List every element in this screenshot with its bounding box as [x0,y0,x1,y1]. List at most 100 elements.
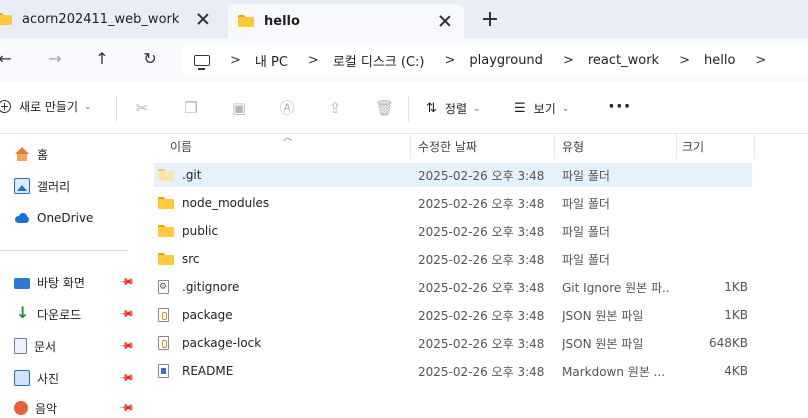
file-name: .git [182,168,202,182]
chevron-right-icon[interactable]: > [755,53,766,68]
sidebar-item-home[interactable]: 홈 [14,144,138,164]
up-arrow-icon[interactable]: ↑ [93,50,111,68]
sort-icon: ⇅ [426,101,437,116]
list-item[interactable]: public 2025-02-26 오후 3:48 파일 폴더 [154,219,752,243]
file-size: 1KB [724,280,748,294]
file-date: 2025-02-26 오후 3:48 [418,308,545,323]
sort-label: 정렬 [444,102,467,116]
navigation-bar: ← → ↑ ↻ > 내 PC > 로컬 디스크 (C:) > playgroun… [0,38,808,82]
sidebar-item-downloads[interactable]: 다운로드 📌 [14,303,138,324]
delete-icon[interactable]: 🗑 [375,100,394,116]
sidebar-item-label: 갤러리 [37,179,71,194]
list-item[interactable]: README 2025-02-26 오후 3:48 Markdown 원본 ..… [154,359,752,383]
view-button[interactable]: ☰ 보기 ⌄ [514,100,569,117]
gallery-icon [14,178,30,194]
computer-icon [194,54,210,70]
column-divider[interactable] [754,134,755,158]
new-label: 새로 만들기 [19,100,79,114]
sidebar-item-desktop[interactable]: 바탕 화면 📌 [14,272,138,292]
cut-icon[interactable]: ✂ [134,100,150,116]
back-arrow-icon[interactable]: ← [0,50,14,68]
chevron-right-icon[interactable]: > [563,53,574,68]
pin-icon[interactable]: 📌 [117,370,134,387]
pin-icon[interactable]: 📌 [117,274,134,291]
chevron-right-icon[interactable]: > [230,53,241,68]
close-icon[interactable] [196,12,210,26]
forward-arrow-icon[interactable]: → [46,50,64,68]
pin-icon[interactable]: 📌 [117,400,134,417]
sort-button[interactable]: ⇅ 정렬 ⌄ [426,100,481,117]
file-type: 파일 폴더 [562,224,610,239]
breadcrumb-react-work[interactable]: react_work [588,53,659,68]
file-name: package [182,308,233,322]
file-type: JSON 원본 파일 [562,308,644,323]
folder-icon [158,197,174,209]
folder-icon [238,15,254,27]
column-header-size[interactable]: 크기 [682,134,704,158]
plus-circle-icon [0,100,11,113]
file-date: 2025-02-26 오후 3:48 [418,168,545,183]
address-bar[interactable]: > 내 PC > 로컬 디스크 (C:) > playground > reac… [182,44,808,76]
column-header-type[interactable]: 유형 [562,134,584,158]
tab-acorn202411-web-work[interactable]: acorn202411_web_work [0,0,222,38]
divider [0,250,128,251]
rename-icon[interactable]: Ⓐ [279,100,295,116]
pin-icon[interactable]: 📌 [117,338,134,355]
desktop-icon [14,277,30,289]
column-divider[interactable] [554,134,555,158]
chevron-right-icon[interactable]: > [308,53,319,68]
file-type: JSON 원본 파일 [562,336,644,351]
folder-icon [158,253,174,265]
list-item[interactable]: node_modules 2025-02-26 오후 3:48 파일 폴더 [154,191,752,215]
file-type: 파일 폴더 [562,252,610,267]
sidebar-item-label: 다운로드 [37,307,82,322]
onedrive-icon [14,210,30,226]
new-tab-plus-icon[interactable] [482,11,498,27]
file-list: ︿ 이름 수정한 날짜 유형 크기 .git 2025-02-26 오후 3:4… [140,133,808,415]
breadcrumb-local-disk[interactable]: 로컬 디스크 (C:) [333,51,425,70]
sidebar-item-onedrive[interactable]: OneDrive [14,208,138,228]
breadcrumb-playground[interactable]: playground [469,53,543,68]
list-item[interactable]: .git 2025-02-26 오후 3:48 파일 폴더 [154,163,752,187]
divider [408,96,409,122]
list-item[interactable]: src 2025-02-26 오후 3:48 파일 폴더 [154,247,752,271]
json-file-icon [158,308,169,322]
sidebar-item-pictures[interactable]: 사진 📌 [14,368,138,388]
command-bar: 새로 만들기 ⌄ ✂ ❐ ▣ Ⓐ ⇪ 🗑 ⇅ 정렬 ⌄ ☰ 보기 ⌄ ··· [0,82,808,134]
pin-icon[interactable]: 📌 [117,306,134,323]
sidebar-item-gallery[interactable]: 갤러리 [14,176,138,196]
sidebar-item-music[interactable]: 음악 📌 [14,398,138,418]
tab-strip: acorn202411_web_work hello [0,0,808,38]
new-button[interactable]: 새로 만들기 ⌄ [0,98,92,115]
list-item[interactable]: package-lock 2025-02-26 오후 3:48 JSON 원본 … [154,331,752,355]
file-name: public [182,224,219,238]
chevron-right-icon[interactable]: > [445,53,456,68]
column-divider[interactable] [676,134,677,158]
list-item[interactable]: package 2025-02-26 오후 3:48 JSON 원본 파일 1K… [154,303,752,327]
documents-icon [14,338,27,354]
column-divider[interactable] [410,134,411,158]
breadcrumb-my-pc[interactable]: 내 PC [255,51,288,70]
refresh-icon[interactable]: ↻ [141,50,159,68]
file-date: 2025-02-26 오후 3:48 [418,252,545,267]
sidebar-item-documents[interactable]: 문서 📌 [14,336,138,356]
tab-hello[interactable]: hello [228,4,464,38]
share-icon[interactable]: ⇪ [327,100,343,116]
list-view-icon: ☰ [514,101,526,116]
breadcrumb-hello[interactable]: hello [704,53,735,68]
file-size: 1KB [724,308,748,322]
sort-ascending-icon: ︿ [283,133,293,143]
list-item[interactable]: .gitignore 2025-02-26 오후 3:48 Git Ignore… [154,275,752,299]
chevron-right-icon[interactable]: > [679,53,690,68]
column-header-date[interactable]: 수정한 날짜 [418,134,477,158]
file-name: node_modules [182,196,270,210]
tab-label: acorn202411_web_work [22,11,180,27]
close-icon[interactable] [438,14,452,28]
paste-icon[interactable]: ▣ [231,100,247,116]
column-header-name[interactable]: 이름 [170,134,192,158]
sidebar-item-label: 음악 [35,401,58,416]
copy-icon[interactable]: ❐ [183,100,199,116]
more-options-button[interactable]: ··· [608,96,632,117]
download-icon [14,303,30,322]
file-name: README [182,364,234,378]
